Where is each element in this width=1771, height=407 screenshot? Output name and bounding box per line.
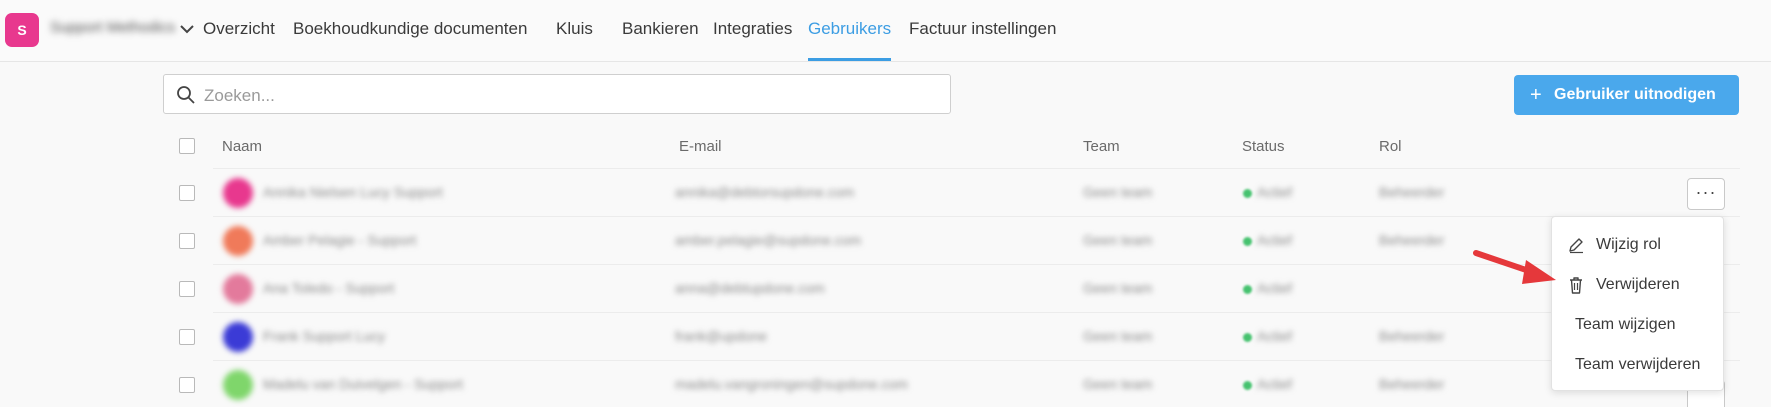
table-header: Naam E-mail Team Status Rol bbox=[163, 130, 1740, 170]
table-row[interactable]: Madelu van Duivelgen - Support madelu.va… bbox=[179, 360, 1740, 407]
user-role: Beheerder bbox=[1379, 376, 1445, 392]
user-team: Geen team bbox=[1083, 280, 1153, 296]
avatar bbox=[223, 226, 253, 256]
user-name: Amber Pelagie - Support bbox=[263, 232, 417, 248]
row-actions-button[interactable]: ··· bbox=[1687, 178, 1725, 210]
avatar bbox=[223, 370, 253, 400]
search-placeholder: Zoeken... bbox=[204, 86, 275, 105]
plus-icon: + bbox=[1530, 84, 1542, 106]
menu-item-team-verwijderen[interactable]: Team verwijderen bbox=[1552, 347, 1723, 383]
org-avatar[interactable]: S bbox=[5, 13, 39, 47]
user-status: Actief bbox=[1257, 184, 1293, 200]
invite-user-button[interactable]: + Gebruiker uitnodigen bbox=[1514, 75, 1739, 115]
org-name[interactable]: Support Methodics bbox=[50, 19, 175, 36]
user-status: Actief bbox=[1257, 232, 1293, 248]
nav-item-boekhoudkundige-documenten[interactable]: Boekhoudkundige documenten bbox=[293, 19, 527, 39]
status-dot-icon bbox=[1243, 381, 1252, 390]
nav-item-overzicht[interactable]: Overzicht bbox=[203, 19, 275, 39]
row-actions-menu: Wijzig rol Verwijderen Team wijzigen Tea… bbox=[1551, 216, 1724, 391]
user-name: Frank Support Lucy bbox=[263, 328, 386, 344]
pencil-icon bbox=[1569, 238, 1583, 254]
avatar bbox=[223, 274, 253, 304]
invite-user-label: Gebruiker uitnodigen bbox=[1554, 86, 1716, 103]
user-role: Beheerder bbox=[1379, 184, 1445, 200]
annotation-arrow-icon bbox=[1473, 250, 1556, 284]
menu-item-label: Team verwijderen bbox=[1575, 356, 1701, 373]
avatar bbox=[223, 322, 253, 352]
user-name: Madelu van Duivelgen - Support bbox=[263, 376, 464, 392]
select-all-checkbox[interactable] bbox=[179, 138, 195, 154]
user-role: Beheerder bbox=[1379, 328, 1445, 344]
user-team: Geen team bbox=[1083, 184, 1153, 200]
user-status: Actief bbox=[1257, 328, 1293, 344]
trash-icon bbox=[1570, 277, 1582, 294]
table-row[interactable]: Annika Nielsen Lucy Support annika@debto… bbox=[179, 168, 1740, 216]
menu-item-label: Wijzig rol bbox=[1596, 236, 1661, 253]
menu-item-label: Team wijzigen bbox=[1575, 316, 1676, 333]
user-team: Geen team bbox=[1083, 376, 1153, 392]
nav-item-kluis[interactable]: Kluis bbox=[556, 19, 593, 39]
user-status: Actief bbox=[1257, 376, 1293, 392]
search-icon bbox=[177, 86, 195, 104]
top-navigation: S Support Methodics Overzicht Boekhoudku… bbox=[0, 0, 1771, 62]
column-header-email[interactable]: E-mail bbox=[679, 138, 722, 155]
user-email: frank@updone bbox=[675, 328, 768, 344]
nav-item-bankieren[interactable]: Bankieren bbox=[622, 19, 699, 39]
user-email: annika@debtorsupdone.com bbox=[675, 184, 855, 200]
column-header-role[interactable]: Rol bbox=[1379, 138, 1402, 155]
user-email: anna@debtupdone.com bbox=[675, 280, 825, 296]
user-name: Annika Nielsen Lucy Support bbox=[263, 184, 443, 200]
search-input[interactable]: Zoeken... bbox=[163, 74, 951, 114]
row-checkbox[interactable] bbox=[179, 185, 195, 201]
user-name: Ana Toledo - Support bbox=[263, 280, 395, 296]
column-header-team[interactable]: Team bbox=[1083, 138, 1120, 155]
menu-item-wijzig-rol[interactable]: Wijzig rol bbox=[1552, 227, 1723, 263]
user-email: amber.pelagie@supdone.com bbox=[675, 232, 862, 248]
status-dot-icon bbox=[1243, 285, 1252, 294]
user-team: Geen team bbox=[1083, 232, 1153, 248]
user-email: madelu.vangroningen@supdone.com bbox=[675, 376, 908, 392]
row-checkbox[interactable] bbox=[179, 233, 195, 249]
active-tab-indicator bbox=[808, 58, 891, 61]
nav-item-factuur-instellingen[interactable]: Factuur instellingen bbox=[909, 19, 1056, 39]
status-dot-icon bbox=[1243, 189, 1252, 198]
status-dot-icon bbox=[1243, 333, 1252, 342]
status-dot-icon bbox=[1243, 237, 1252, 246]
column-header-status[interactable]: Status bbox=[1242, 138, 1285, 155]
avatar bbox=[223, 178, 253, 208]
row-checkbox[interactable] bbox=[179, 377, 195, 393]
menu-item-team-wijzigen[interactable]: Team wijzigen bbox=[1552, 307, 1723, 343]
menu-item-verwijderen[interactable]: Verwijderen bbox=[1552, 267, 1723, 303]
table-row[interactable]: Frank Support Lucy frank@updone Geen tea… bbox=[179, 312, 1740, 360]
nav-item-integraties[interactable]: Integraties bbox=[713, 19, 792, 39]
row-checkbox[interactable] bbox=[179, 329, 195, 345]
user-role: Beheerder bbox=[1379, 232, 1445, 248]
row-checkbox[interactable] bbox=[179, 281, 195, 297]
chevron-down-icon[interactable] bbox=[178, 22, 196, 36]
user-team: Geen team bbox=[1083, 328, 1153, 344]
column-header-name[interactable]: Naam bbox=[222, 138, 262, 155]
menu-item-label: Verwijderen bbox=[1596, 276, 1680, 293]
nav-item-gebruikers[interactable]: Gebruikers bbox=[808, 19, 891, 39]
user-status: Actief bbox=[1257, 280, 1293, 296]
